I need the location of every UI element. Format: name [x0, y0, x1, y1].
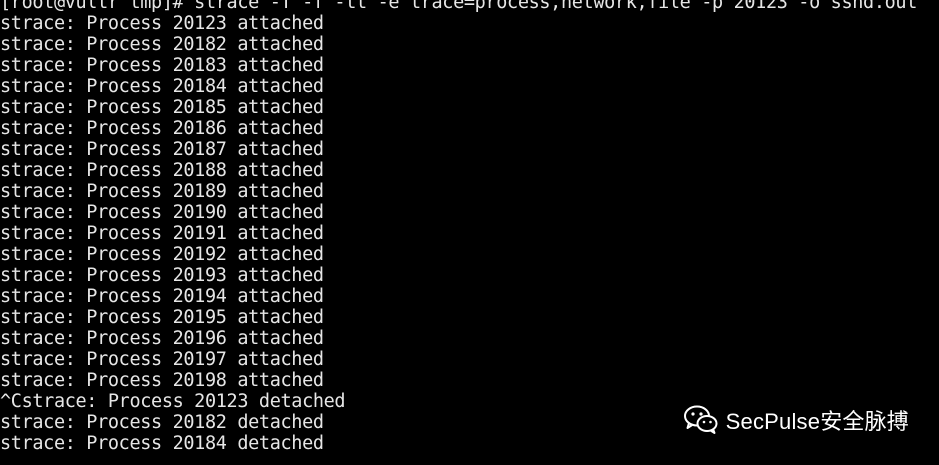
output-line: strace: Process 20195 attached — [0, 307, 324, 328]
terminal-output: [root@vultr tmp]# strace -T -f -tt -e tr… — [0, 0, 917, 462]
output-line: strace: Process 20198 attached — [0, 370, 324, 391]
output-line: strace: Process 20123 attached — [0, 13, 324, 34]
output-line: strace: Process 20184 attached — [0, 76, 324, 97]
output-line: strace: Process 20189 attached — [0, 181, 324, 202]
output-line: strace: Process 20190 attached — [0, 202, 324, 223]
output-line: strace: Process 20182 attached — [0, 34, 324, 55]
output-line: strace: Process 20184 detached — [0, 433, 324, 454]
output-line: strace: Process 20186 attached — [0, 118, 324, 139]
watermark: SecPulse安全脉搏 — [683, 404, 909, 436]
output-line: strace: Process 20191 attached — [0, 223, 324, 244]
output-line: strace: Process 20183 attached — [0, 55, 324, 76]
output-line: strace: Process 20188 attached — [0, 160, 324, 181]
output-line: strace: Process 20196 attached — [0, 328, 324, 349]
command-prompt-line: [root@vultr tmp]# strace -T -f -tt -e tr… — [0, 0, 917, 13]
output-line: strace: Process 20197 attached — [0, 349, 324, 370]
output-line: strace: Process 20192 attached — [0, 244, 324, 265]
output-line: strace: Process 20193 attached — [0, 265, 324, 286]
wechat-icon — [683, 405, 718, 434]
output-line: strace: Process 20185 attached — [0, 97, 324, 118]
watermark-text: SecPulse安全脉搏 — [725, 409, 909, 434]
terminal-window[interactable]: [root@vultr tmp]# strace -T -f -tt -e tr… — [0, 0, 939, 465]
output-line: strace: Process 20187 attached — [0, 139, 324, 160]
output-line: strace: Process 20194 attached — [0, 286, 324, 307]
